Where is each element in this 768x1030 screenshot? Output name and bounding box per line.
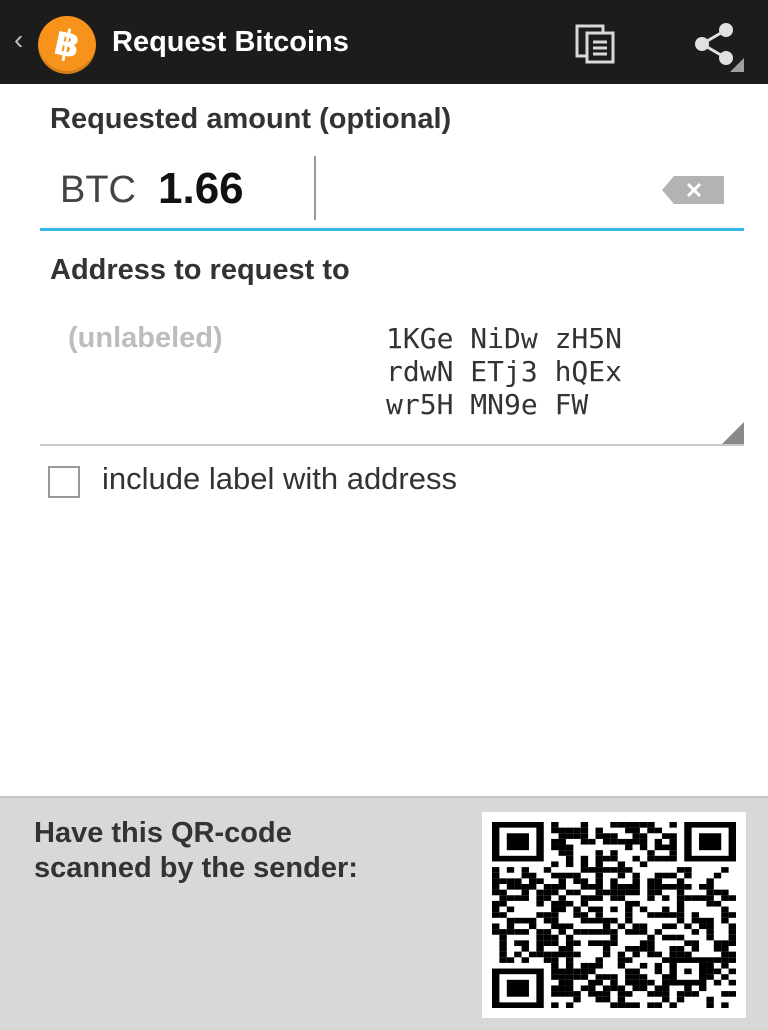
bitcoin-glyph: ฿ — [50, 21, 84, 68]
include-label-row[interactable]: include label with address — [48, 460, 648, 500]
page-title: Request Bitcoins — [112, 26, 349, 58]
clear-icon[interactable] — [662, 176, 724, 204]
address-label: Address to request to — [50, 254, 350, 286]
bitcoin-logo-icon[interactable]: ฿ — [38, 16, 96, 74]
address-spinner[interactable]: (unlabeled) 1KGe NiDw zH5N rdwN ETj3 hQEx… — [40, 306, 744, 446]
action-bar: ‹ ฿ Request Bitcoins — [0, 0, 768, 84]
share-icon[interactable] — [688, 22, 744, 72]
address-line: rdwN ETj3 hQEx — [386, 355, 623, 388]
currency-code: BTC — [60, 169, 136, 211]
amount-value: 1.66 — [158, 164, 244, 213]
include-label-checkbox[interactable] — [48, 466, 80, 498]
qr-instruction-line: Have this QR-code — [34, 817, 292, 849]
amount-label: Requested amount (optional) — [50, 103, 452, 135]
qr-instruction: Have this QR-code scanned by the sender: — [34, 816, 454, 886]
copy-icon[interactable] — [574, 24, 618, 64]
qr-code-image — [492, 822, 736, 1008]
amount-input[interactable]: BTC 1.66 — [40, 152, 744, 231]
include-label-text: include label with address — [102, 461, 457, 496]
address-line: wr5H MN9e FW — [386, 388, 589, 421]
back-chevron-icon[interactable]: ‹ — [14, 26, 23, 54]
qr-instruction-line: scanned by the sender: — [34, 852, 358, 884]
address-name: (unlabeled) — [68, 322, 223, 354]
spinner-indicator-icon — [722, 422, 744, 444]
address-line: 1KGe NiDw zH5N — [386, 322, 623, 355]
qr-code[interactable] — [482, 812, 746, 1018]
text-cursor — [314, 156, 316, 220]
bitcoin-address: 1KGe NiDw zH5N rdwN ETj3 hQEx wr5H MN9e FW — [386, 322, 622, 421]
